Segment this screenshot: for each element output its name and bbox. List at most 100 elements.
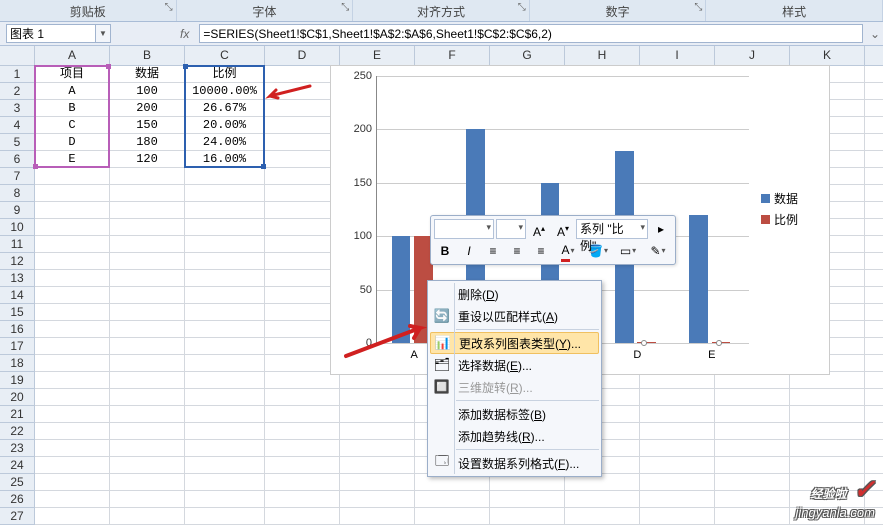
cell[interactable]: D xyxy=(35,134,110,151)
cell[interactable] xyxy=(865,236,883,253)
cell[interactable] xyxy=(640,474,715,491)
cell[interactable] xyxy=(715,389,790,406)
column-header[interactable]: G xyxy=(490,46,565,66)
cell[interactable] xyxy=(640,491,715,508)
cell[interactable] xyxy=(35,253,110,270)
cell[interactable] xyxy=(110,287,185,304)
cell[interactable] xyxy=(265,236,340,253)
chart-element-next-icon[interactable]: ▸ xyxy=(650,219,672,239)
cell[interactable] xyxy=(865,270,883,287)
cell[interactable] xyxy=(110,202,185,219)
cell[interactable] xyxy=(110,321,185,338)
cell[interactable] xyxy=(110,338,185,355)
cell[interactable] xyxy=(35,168,110,185)
cell[interactable] xyxy=(110,355,185,372)
cell[interactable]: 16.00% xyxy=(185,151,265,168)
cell[interactable] xyxy=(110,389,185,406)
cell[interactable] xyxy=(340,457,415,474)
cell[interactable] xyxy=(185,304,265,321)
cell[interactable]: C xyxy=(35,117,110,134)
cell[interactable] xyxy=(35,474,110,491)
cell[interactable] xyxy=(640,389,715,406)
cell[interactable] xyxy=(415,508,490,525)
cell[interactable] xyxy=(265,185,340,202)
cell[interactable] xyxy=(265,457,340,474)
cell[interactable] xyxy=(185,508,265,525)
chart-element-select[interactable]: 系列 "比例" xyxy=(576,219,648,239)
cell[interactable] xyxy=(35,389,110,406)
row-header[interactable]: 18 xyxy=(0,355,35,372)
cell[interactable]: 26.67% xyxy=(185,100,265,117)
cell[interactable] xyxy=(35,508,110,525)
cell[interactable] xyxy=(110,236,185,253)
cell[interactable] xyxy=(265,338,340,355)
cell[interactable]: 项目 xyxy=(35,66,110,83)
column-header[interactable]: E xyxy=(340,46,415,66)
cell[interactable] xyxy=(185,202,265,219)
row-header[interactable]: 14 xyxy=(0,287,35,304)
legend-item[interactable]: 比例 xyxy=(761,211,821,228)
row-header[interactable]: 12 xyxy=(0,253,35,270)
row-header[interactable]: 2 xyxy=(0,83,35,100)
cell[interactable] xyxy=(340,406,415,423)
cell[interactable] xyxy=(640,423,715,440)
cell[interactable] xyxy=(35,202,110,219)
cell[interactable] xyxy=(865,253,883,270)
bold-button[interactable]: B xyxy=(434,241,456,261)
cell[interactable] xyxy=(35,287,110,304)
cell[interactable] xyxy=(865,202,883,219)
cell[interactable] xyxy=(265,372,340,389)
cell[interactable] xyxy=(185,168,265,185)
cell[interactable] xyxy=(865,100,883,117)
cell[interactable] xyxy=(640,406,715,423)
fx-icon[interactable]: fx xyxy=(170,27,199,41)
cell[interactable] xyxy=(110,474,185,491)
cell[interactable] xyxy=(415,491,490,508)
menu-add-trendline[interactable]: 添加趋势线(R)... xyxy=(430,425,599,447)
cell[interactable] xyxy=(265,66,340,83)
cell[interactable] xyxy=(265,355,340,372)
cell[interactable] xyxy=(265,304,340,321)
cell[interactable] xyxy=(265,474,340,491)
data-point-marker[interactable] xyxy=(716,340,722,346)
cell[interactable] xyxy=(35,304,110,321)
row-header[interactable]: 15 xyxy=(0,304,35,321)
cell[interactable]: 比例 xyxy=(185,66,265,83)
cell[interactable] xyxy=(265,151,340,168)
cell[interactable] xyxy=(865,355,883,372)
cell[interactable] xyxy=(265,117,340,134)
menu-format-series[interactable]: 🗔 设置数据系列格式(F)... xyxy=(430,452,599,474)
cell[interactable] xyxy=(265,440,340,457)
cell[interactable] xyxy=(490,491,565,508)
row-header[interactable]: 5 xyxy=(0,134,35,151)
cell[interactable] xyxy=(340,491,415,508)
cell[interactable] xyxy=(185,236,265,253)
cell[interactable] xyxy=(865,185,883,202)
cell[interactable] xyxy=(35,372,110,389)
cell[interactable] xyxy=(110,372,185,389)
row-header[interactable]: 19 xyxy=(0,372,35,389)
row-header[interactable]: 13 xyxy=(0,270,35,287)
decrease-font-button[interactable]: A▾ xyxy=(552,219,574,239)
cell[interactable] xyxy=(110,508,185,525)
cell[interactable] xyxy=(865,440,883,457)
cell[interactable] xyxy=(185,389,265,406)
cell[interactable] xyxy=(865,151,883,168)
cell[interactable] xyxy=(185,491,265,508)
cell[interactable] xyxy=(715,474,790,491)
cell[interactable] xyxy=(110,423,185,440)
cell[interactable] xyxy=(865,423,883,440)
row-header[interactable]: 22 xyxy=(0,423,35,440)
chart-bar[interactable] xyxy=(392,236,411,343)
cell[interactable] xyxy=(265,168,340,185)
cell[interactable] xyxy=(110,304,185,321)
row-header[interactable]: 25 xyxy=(0,474,35,491)
row-header[interactable]: 17 xyxy=(0,338,35,355)
row-header[interactable]: 11 xyxy=(0,236,35,253)
cell[interactable] xyxy=(865,83,883,100)
select-all-corner[interactable] xyxy=(0,46,35,66)
cell[interactable] xyxy=(110,270,185,287)
cell[interactable] xyxy=(110,219,185,236)
cell[interactable] xyxy=(110,457,185,474)
menu-reset-style[interactable]: 🔄 重设以匹配样式(A) xyxy=(430,305,599,327)
